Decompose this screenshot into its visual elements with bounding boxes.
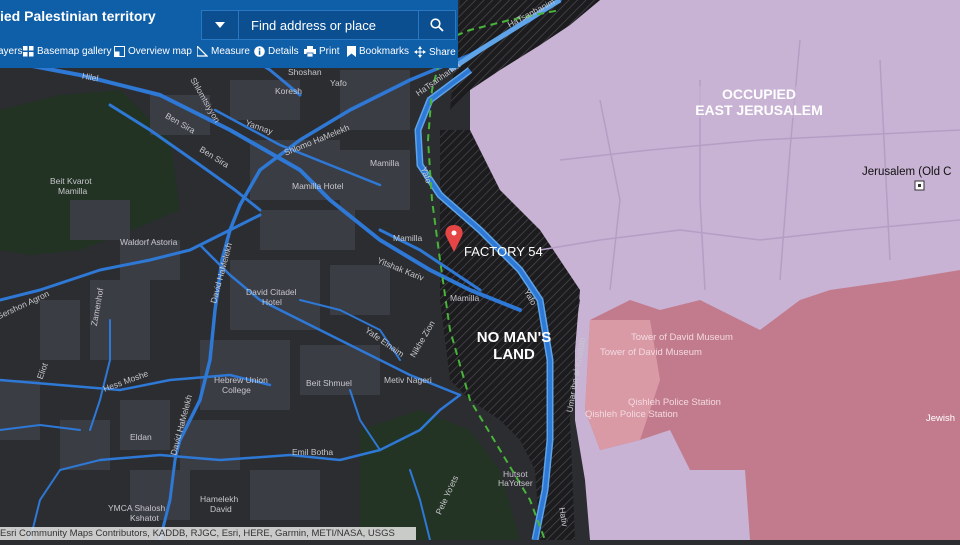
street-label: HaYotser xyxy=(498,478,533,488)
tower-label-2: Tower of David Museum xyxy=(600,347,702,358)
street-label: Kshatot xyxy=(130,513,159,523)
no-mans-land-label: NO MAN'S LAND xyxy=(468,329,560,363)
search-icon xyxy=(430,18,444,32)
search-source-dropdown[interactable] xyxy=(202,11,239,39)
street-label: Mamilla xyxy=(58,186,88,196)
street-label: College xyxy=(222,385,251,395)
jewish-quarter-label: Jewish xyxy=(926,413,956,424)
street-label: Shoshan xyxy=(288,67,322,77)
street-label: Mamilla xyxy=(450,293,480,303)
street-label: Mamilla Hotel xyxy=(292,181,344,191)
search-box xyxy=(201,10,456,40)
measure-label: Measure xyxy=(211,46,250,57)
search-button[interactable] xyxy=(418,11,455,39)
overview-icon xyxy=(114,46,125,57)
print-button[interactable]: Print xyxy=(304,46,340,57)
street-label: Eldan xyxy=(130,432,152,442)
map-title: ied Palestinian territory xyxy=(0,8,156,24)
street-label: Emil Botha xyxy=(292,447,334,457)
tower-label-1: Tower of David Museum xyxy=(631,332,733,343)
overview-map-button[interactable]: Overview map xyxy=(114,46,192,57)
street-label: Metiv Nageri xyxy=(384,375,432,385)
map-attribution: Esri Community Maps Contributors, KADDB,… xyxy=(0,527,416,540)
bookmarks-label: Bookmarks xyxy=(359,46,410,57)
chevron-down-icon xyxy=(215,22,225,28)
print-label: Print xyxy=(319,46,340,57)
grid-icon xyxy=(23,46,34,57)
street-label: Beit Shmuel xyxy=(306,378,352,388)
layers-button[interactable]: ayers xyxy=(0,46,22,57)
street-label: David Citadel xyxy=(246,287,297,297)
pin-label: FACTORY 54 xyxy=(464,244,543,259)
occupied-label-line1: OCCUPIED xyxy=(722,86,796,102)
ruler-icon xyxy=(197,46,208,57)
details-button[interactable]: Details xyxy=(254,46,299,57)
search-input[interactable] xyxy=(239,11,419,39)
basemap-gallery-label: Basemap gallery xyxy=(37,46,112,57)
street-label: David xyxy=(210,504,232,514)
street-label: YMCA Shalosh xyxy=(108,503,166,513)
street-label: Mamilla xyxy=(393,233,423,243)
map-header: ied Palestinian territory ayers Basemap … xyxy=(0,0,458,68)
street-label: Koresh xyxy=(275,86,302,96)
street-label: Hotel xyxy=(262,297,282,307)
share-label: Share xyxy=(429,46,456,58)
kishle-label-1: Qishleh Police Station xyxy=(628,397,721,408)
overview-map-label: Overview map xyxy=(128,46,192,57)
map-canvas xyxy=(0,0,960,542)
street-label: Mamilla xyxy=(370,158,400,168)
details-label: Details xyxy=(268,46,299,57)
map-view[interactable]: FACTORY 54 OCCUPIED EAST JERUSALEM NO MA… xyxy=(0,0,960,542)
street-label: Beit Kvarot xyxy=(50,176,92,186)
occupied-label: OCCUPIED EAST JERUSALEM xyxy=(690,86,828,118)
measure-button[interactable]: Measure xyxy=(197,46,250,57)
poi-marker-icon xyxy=(914,180,925,191)
occupied-label-line2: EAST JERUSALEM xyxy=(695,102,823,118)
no-mans-label-line2: LAND xyxy=(493,346,535,363)
share-button[interactable]: Share xyxy=(414,46,456,58)
street-label: Waldorf Astoria xyxy=(120,237,178,247)
old-city-label: Jerusalem (Old C xyxy=(862,166,952,178)
basemap-gallery-button[interactable]: Basemap gallery xyxy=(23,46,111,57)
print-icon xyxy=(304,46,316,57)
no-mans-label-line1: NO MAN'S xyxy=(476,329,552,346)
bookmark-icon xyxy=(347,46,356,57)
info-icon xyxy=(254,46,265,57)
street-label: Hebrew Union xyxy=(214,375,268,385)
street-label: Yafo xyxy=(330,78,347,88)
bookmarks-button[interactable]: Bookmarks xyxy=(347,46,409,57)
share-icon xyxy=(414,46,426,58)
street-label: Hamelekh xyxy=(200,494,239,504)
layers-label: ayers xyxy=(0,46,23,57)
kishle-label-2: Qishleh Police Station xyxy=(585,409,678,420)
